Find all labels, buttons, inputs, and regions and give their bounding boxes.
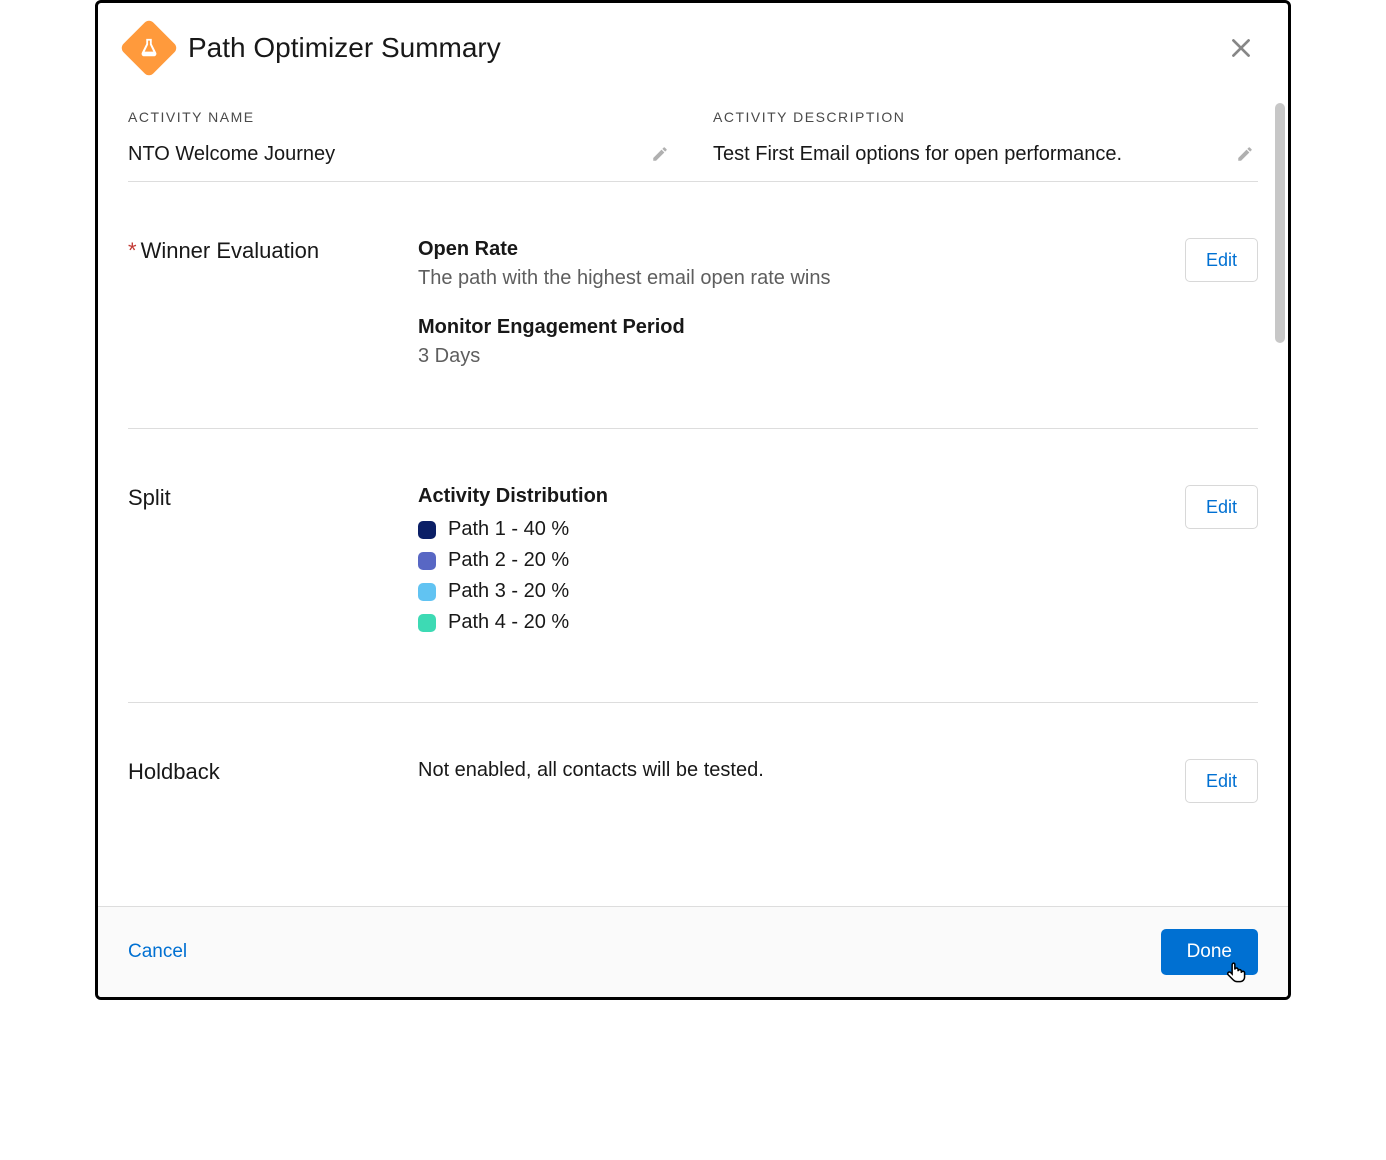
pencil-icon[interactable]: [647, 141, 673, 167]
close-icon[interactable]: [1224, 31, 1258, 65]
activity-name-label: ACTIVITY NAME: [128, 109, 673, 125]
section-label: *Winner Evaluation: [128, 238, 418, 368]
modal-footer: Cancel Done: [98, 906, 1288, 997]
section-content: Open Rate The path with the highest emai…: [418, 238, 1148, 368]
path-optimizer-summary-modal: Path Optimizer Summary ACTIVITY NAME NTO…: [95, 0, 1291, 1000]
activity-desc-value: Test First Email options for open perfor…: [713, 143, 1122, 166]
winner-evaluation-section: *Winner Evaluation Open Rate The path wi…: [128, 182, 1258, 429]
color-swatch-icon: [418, 614, 436, 632]
split-section: Split Activity Distribution Path 1 - 40 …: [128, 429, 1258, 703]
monitor-period-title: Monitor Engagement Period: [418, 316, 1148, 339]
modal-body: ACTIVITY NAME NTO Welcome Journey ACTIVI…: [98, 85, 1288, 906]
path-label: Path 3 - 20 %: [448, 580, 569, 603]
color-swatch-icon: [418, 583, 436, 601]
pencil-icon[interactable]: [1232, 141, 1258, 167]
edit-winner-button[interactable]: Edit: [1185, 238, 1258, 282]
holdback-section: Holdback Not enabled, all contacts will …: [128, 703, 1258, 823]
meta-row: ACTIVITY NAME NTO Welcome Journey ACTIVI…: [128, 109, 1258, 179]
path-item: Path 1 - 40 %: [418, 518, 1148, 541]
color-swatch-icon: [418, 552, 436, 570]
path-label: Path 4 - 20 %: [448, 611, 569, 634]
flask-icon: [119, 18, 178, 77]
winner-metric-title: Open Rate: [418, 238, 1148, 261]
activity-desc-block: ACTIVITY DESCRIPTION Test First Email op…: [713, 109, 1258, 179]
path-item: Path 2 - 20 %: [418, 549, 1148, 572]
modal-header: Path Optimizer Summary: [98, 3, 1288, 85]
done-button[interactable]: Done: [1161, 929, 1258, 975]
path-label: Path 2 - 20 %: [448, 549, 569, 572]
path-list: Path 1 - 40 % Path 2 - 20 % Path 3 - 20 % P…: [418, 518, 1148, 634]
edit-holdback-button[interactable]: Edit: [1185, 759, 1258, 803]
activity-name-block: ACTIVITY NAME NTO Welcome Journey: [128, 109, 673, 179]
color-swatch-icon: [418, 521, 436, 539]
section-content: Activity Distribution Path 1 - 40 %Path …: [418, 485, 1148, 642]
activity-name-value: NTO Welcome Journey: [128, 143, 335, 166]
path-label: Path 1 - 40 %: [448, 518, 569, 541]
section-label: Holdback: [128, 759, 418, 803]
holdback-value: Not enabled, all contacts will be tested…: [418, 759, 1148, 803]
modal-title: Path Optimizer Summary: [188, 32, 1224, 64]
activity-distribution-title: Activity Distribution: [418, 485, 608, 507]
required-star-icon: *: [128, 238, 137, 263]
path-item: Path 3 - 20 %: [418, 580, 1148, 603]
cancel-button[interactable]: Cancel: [128, 941, 187, 963]
activity-desc-label: ACTIVITY DESCRIPTION: [713, 109, 1258, 125]
monitor-period-value: 3 Days: [418, 345, 480, 367]
section-label: Split: [128, 485, 418, 642]
edit-split-button[interactable]: Edit: [1185, 485, 1258, 529]
winner-metric-desc: The path with the highest email open rat…: [418, 267, 830, 289]
path-item: Path 4 - 20 %: [418, 611, 1148, 634]
